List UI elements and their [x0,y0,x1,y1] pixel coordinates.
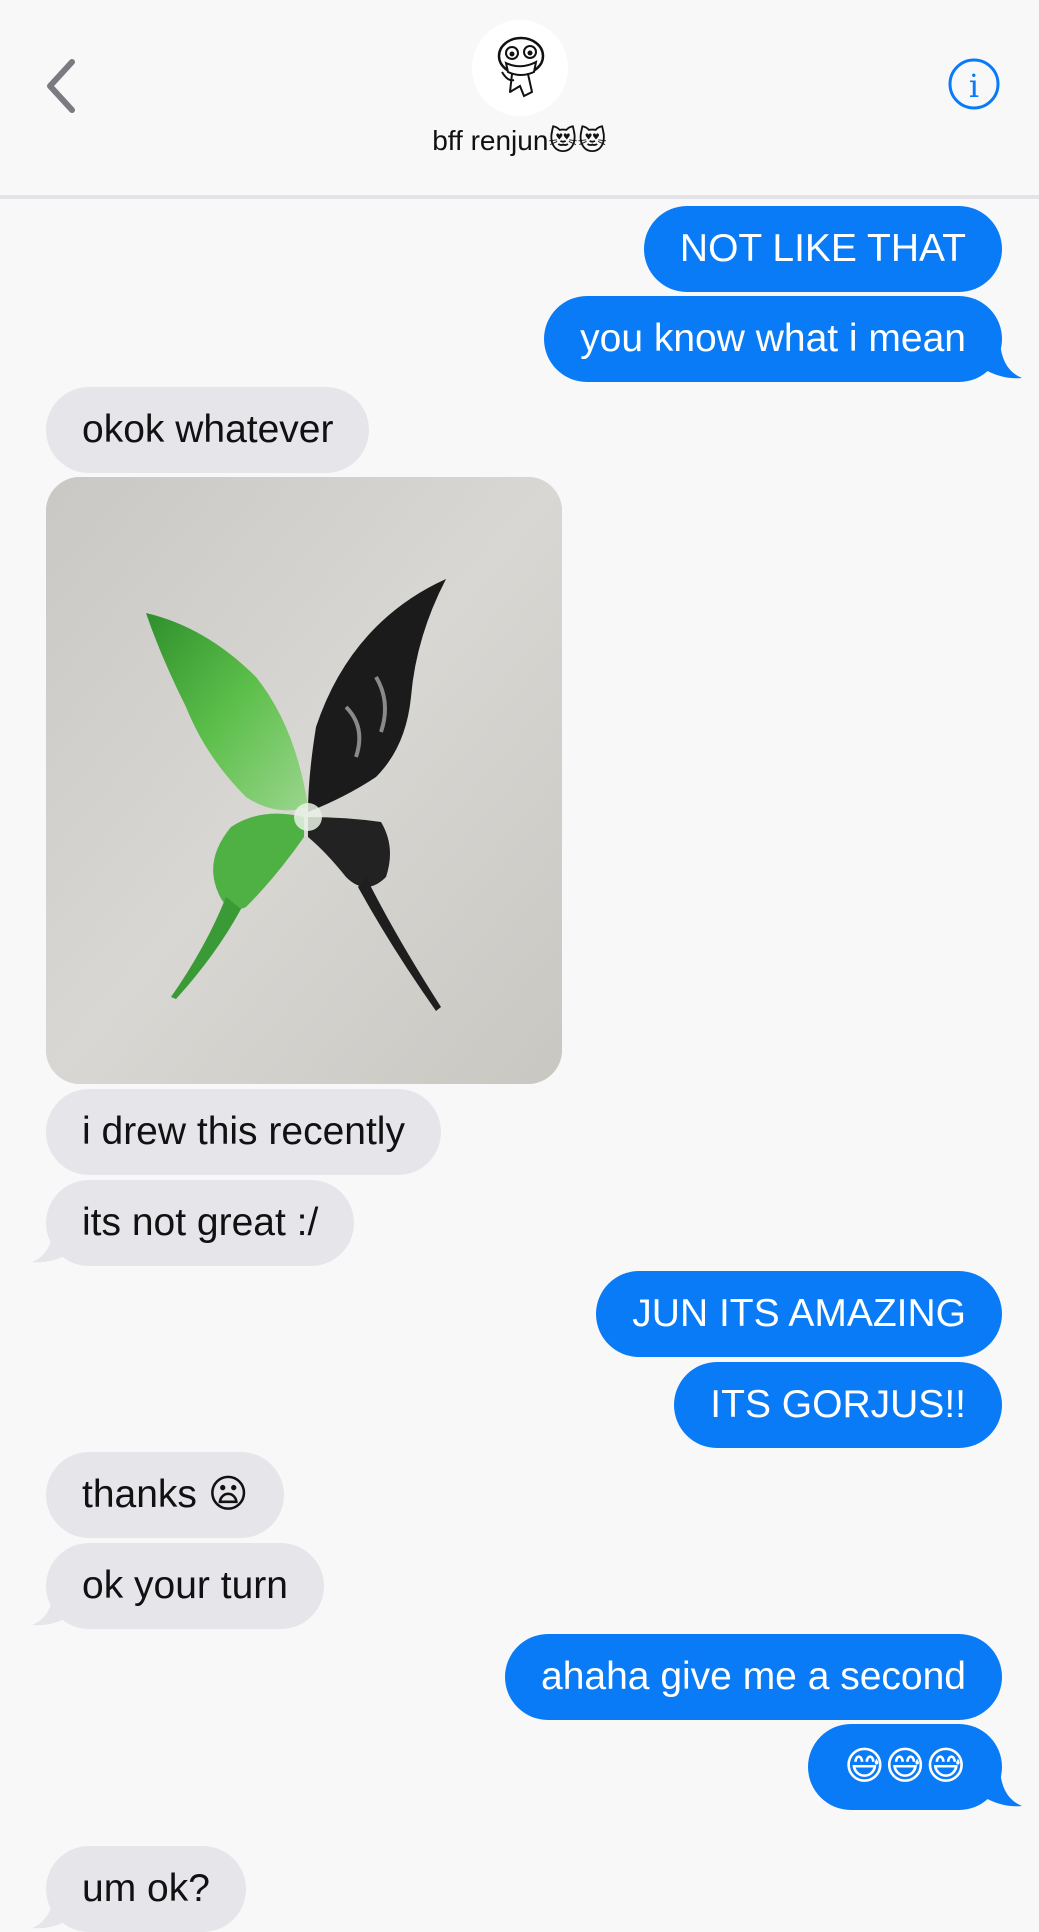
contact-name[interactable]: bff renjun😻😻 [0,124,1039,157]
message-image[interactable] [46,477,562,1084]
message-sent[interactable]: you know what i mean [544,296,1002,382]
bubble-tail [982,1770,1022,1807]
bubble-tail [32,1589,72,1626]
message-sent[interactable]: 😅😅😅 [808,1724,1002,1810]
message-received[interactable]: thanks 😦 [46,1452,285,1538]
message-sent[interactable]: ITS GORJUS!! [674,1362,1002,1448]
doodle-face-icon [497,36,545,98]
message-received[interactable]: okok whatever [46,387,370,473]
bubble-tail [982,342,1022,379]
bubble-tail [32,1892,72,1929]
contact-avatar[interactable] [472,20,568,116]
message-received[interactable]: its not great :/ [46,1180,355,1266]
info-button[interactable]: i [947,57,1001,111]
bubble-tail [32,1226,72,1263]
message-sent[interactable]: NOT LIKE THAT [643,206,1002,292]
message-sent[interactable]: JUN ITS AMAZING [596,1271,1002,1357]
conversation-header: bff renjun😻😻 i [0,0,1039,199]
message-received[interactable]: um ok? [46,1846,246,1932]
message-received[interactable]: i drew this recently [46,1089,441,1175]
message-received[interactable]: ok your turn [46,1543,324,1629]
back-button[interactable] [42,56,82,116]
butterfly-painting-image [46,477,562,1084]
svg-text:i: i [969,67,979,105]
chevron-left-icon [47,59,75,113]
message-sent[interactable]: ahaha give me a second [505,1634,1002,1720]
info-icon: i [948,58,1000,110]
